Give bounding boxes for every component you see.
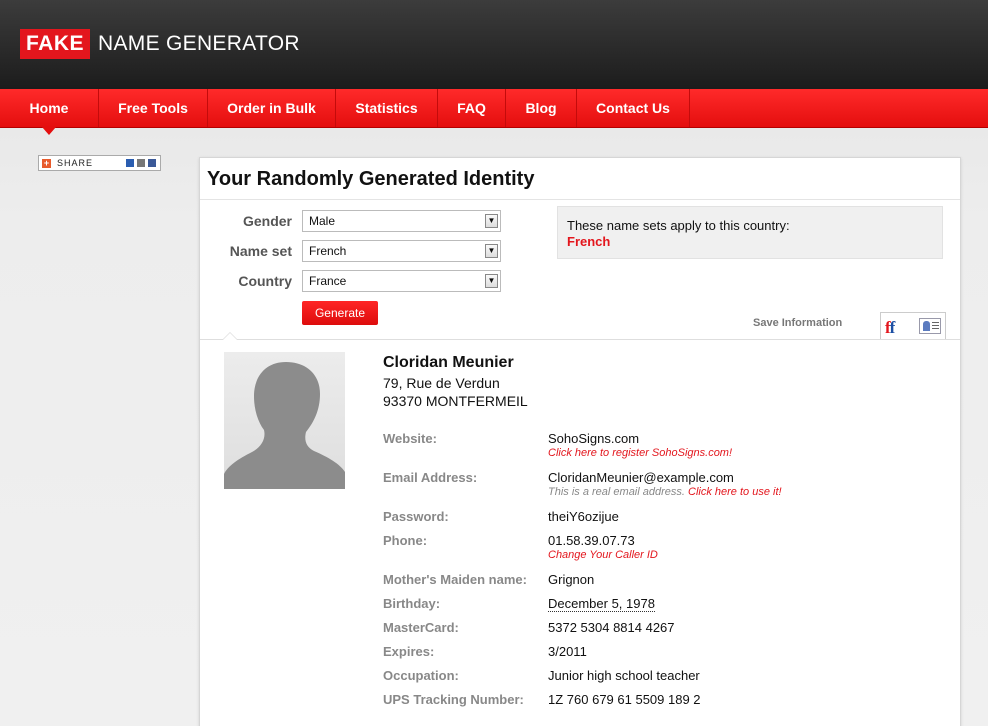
nav-faq-label: FAQ — [457, 100, 486, 116]
facebook-icon — [148, 159, 156, 167]
pointer-caret-icon — [222, 332, 238, 340]
mastercard-label: MasterCard: — [383, 620, 459, 635]
expires-value: 3/2011 — [548, 644, 587, 659]
generate-button[interactable]: Generate — [302, 301, 378, 325]
identity-panel: Your Randomly Generated Identity Gender … — [199, 157, 961, 726]
main-nav: Home Free Tools Order in Bulk Statistics… — [0, 89, 988, 135]
dropdown-arrow-icon: ▼ — [485, 214, 498, 228]
website-label: Website: — [383, 431, 437, 446]
country-info-name[interactable]: French — [567, 234, 610, 249]
logo-text: NAME GENERATOR — [98, 32, 300, 55]
active-caret-icon — [42, 127, 56, 135]
nav-home-label: Home — [29, 100, 69, 116]
nav-contact-us-label: Contact Us — [596, 100, 670, 116]
country-select[interactable]: France ▼ — [302, 270, 501, 292]
delicious-icon — [126, 159, 134, 167]
nav-blog-label: Blog — [525, 100, 557, 116]
website-value: SohoSigns.com — [548, 431, 640, 446]
email-value: CloridanMeunier@example.com — [548, 470, 734, 485]
nav-contact-us[interactable]: Contact Us — [577, 89, 690, 127]
maiden-name-label: Mother's Maiden name: — [383, 572, 527, 587]
email-use-link[interactable]: Click here to use it! — [688, 486, 782, 498]
nav-statistics[interactable]: Statistics — [336, 89, 438, 127]
logo-fake: FAKE — [20, 29, 91, 59]
phone-label: Phone: — [383, 533, 428, 548]
occupation-label: Occupation: — [383, 668, 459, 683]
digg-icon — [137, 159, 145, 167]
phone-value: 01.58.39.07.73 — [548, 533, 635, 548]
gender-select-value: Male — [309, 214, 336, 228]
nav-statistics-label: Statistics — [355, 100, 418, 116]
gender-select[interactable]: Male ▼ — [302, 210, 501, 232]
nav-free-tools-label: Free Tools — [118, 100, 188, 116]
dropdown-arrow-icon: ▼ — [485, 274, 498, 288]
ff-save-icon[interactable]: ff — [885, 318, 895, 338]
save-format-tabs: ff — [880, 312, 946, 339]
share-label: SHARE — [57, 158, 94, 168]
nameset-select[interactable]: French ▼ — [302, 240, 501, 262]
share-button[interactable]: + SHARE — [38, 155, 161, 171]
birthday-label: Birthday: — [383, 596, 441, 611]
nav-order-in-bulk[interactable]: Order in Bulk — [208, 89, 336, 127]
birthday-value[interactable]: December 5, 1978 — [548, 596, 655, 612]
country-info-text: These name sets apply to this country: — [567, 218, 790, 233]
share-service-icons — [123, 159, 160, 167]
occupation-value: Junior high school teacher — [548, 668, 700, 683]
panel-title: Your Randomly Generated Identity — [207, 168, 535, 190]
ups-tracking-label: UPS Tracking Number: — [383, 692, 524, 707]
save-information-label: Save Information — [753, 317, 843, 329]
identity-details: Cloridan Meunier 79, Rue de Verdun 93370… — [200, 332, 960, 726]
email-note: This is a real email address. Click here… — [548, 486, 782, 498]
mastercard-value: 5372 5304 8814 4267 — [548, 620, 675, 635]
country-select-value: France — [309, 274, 347, 288]
title-divider — [200, 199, 960, 200]
country-label: Country — [238, 273, 292, 289]
identity-name: Cloridan Meunier — [383, 354, 514, 371]
nameset-row: Name set French ▼ — [200, 240, 501, 262]
nav-faq[interactable]: FAQ — [438, 89, 506, 127]
maiden-name-value: Grignon — [548, 572, 595, 587]
country-info-box: These name sets apply to this country: F… — [557, 206, 943, 259]
site-header: FAKE NAME GENERATOR — [0, 0, 988, 89]
nav-home[interactable]: Home — [0, 89, 99, 135]
address-line-1: 79, Rue de Verdun — [383, 375, 500, 391]
email-note-text: This is a real email address. — [548, 486, 685, 498]
address-line-2: 93370 MONTFERMEIL — [383, 393, 528, 409]
plus-icon: + — [42, 157, 51, 168]
gender-row: Gender Male ▼ — [200, 210, 501, 232]
website-register-link[interactable]: Click here to register SohoSigns.com! — [548, 447, 732, 459]
vcard-icon[interactable] — [919, 318, 941, 334]
nav-blog[interactable]: Blog — [506, 89, 577, 127]
nav-order-in-bulk-label: Order in Bulk — [227, 100, 316, 116]
nameset-label: Name set — [229, 243, 292, 259]
email-label: Email Address: — [383, 470, 478, 485]
password-value: theiY6ozijue — [548, 509, 619, 524]
dropdown-arrow-icon: ▼ — [485, 244, 498, 258]
gender-label: Gender — [242, 213, 292, 229]
site-logo[interactable]: FAKE NAME GENERATOR — [20, 29, 300, 59]
ups-tracking-value: 1Z 760 679 61 5509 189 2 — [548, 692, 701, 707]
country-row: Country France ▼ — [200, 270, 501, 292]
nameset-select-value: French — [309, 244, 347, 258]
nav-free-tools[interactable]: Free Tools — [99, 89, 208, 127]
password-label: Password: — [383, 509, 449, 524]
expires-label: Expires: — [383, 644, 435, 659]
caller-id-link[interactable]: Change Your Caller ID — [548, 549, 658, 561]
avatar-silhouette-icon — [224, 352, 345, 489]
